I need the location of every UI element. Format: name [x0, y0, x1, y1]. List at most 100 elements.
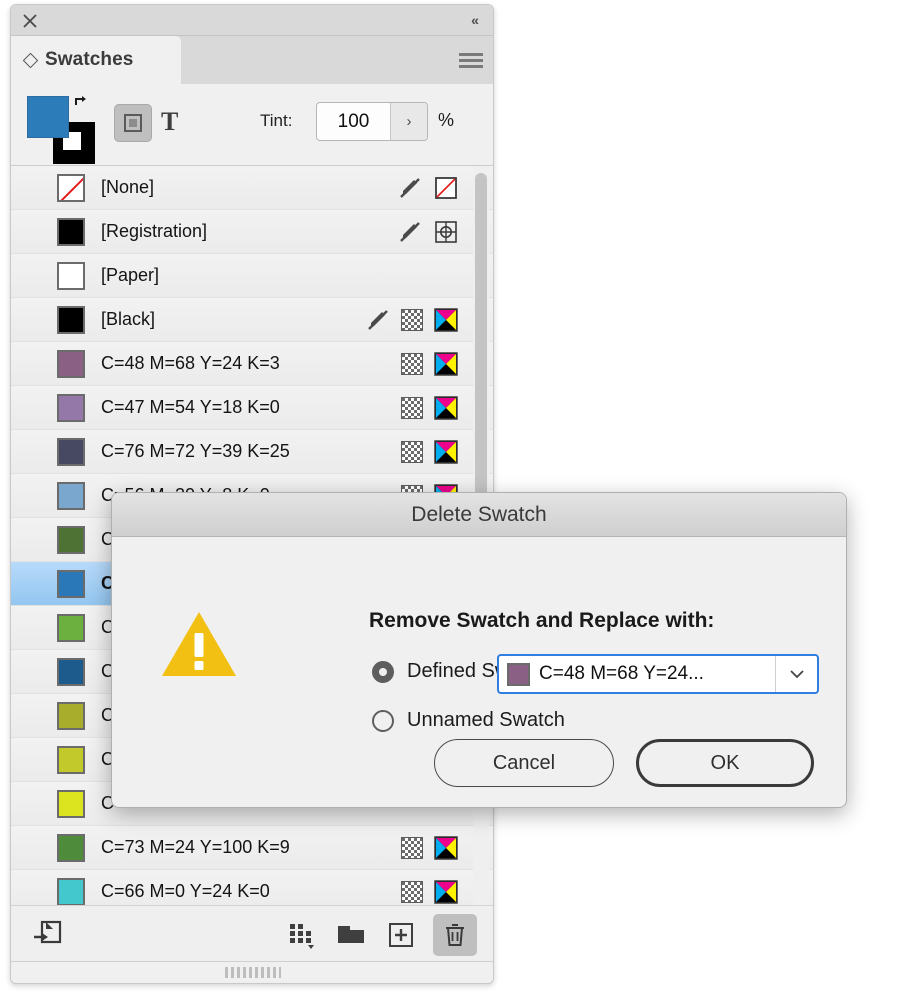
formatting-affects-text-icon[interactable]: T — [161, 109, 178, 135]
registration-icon — [435, 220, 457, 243]
swatch-row[interactable]: C=47 M=54 Y=18 K=0 — [11, 386, 493, 430]
swatch-color-chip — [57, 569, 85, 598]
dialog-buttons: Cancel OK — [434, 739, 814, 787]
swatch-name: [Paper] — [101, 265, 160, 285]
new-color-group-icon[interactable] — [283, 917, 319, 953]
swatch-row[interactable]: [Paper] — [11, 254, 493, 298]
defined-swatch-select[interactable]: C=48 M=68 Y=24... — [497, 654, 819, 694]
cmyk-icon — [434, 439, 458, 464]
swap-fill-stroke-icon[interactable] — [73, 94, 89, 115]
delete-swatch-dialog: Delete Swatch Remove Swatch and Replace … — [111, 492, 847, 808]
hamburger-menu-icon[interactable] — [459, 50, 483, 70]
swatch-name: C=48 M=68 Y=24 K=3 — [101, 353, 280, 373]
checker-icon — [401, 308, 423, 331]
swatch-color-chip — [57, 657, 85, 686]
cancel-button[interactable]: Cancel — [434, 739, 614, 787]
ok-button[interactable]: OK — [636, 739, 814, 787]
delete-swatch-trash-icon[interactable] — [433, 914, 477, 956]
swatch-color-chip — [57, 305, 85, 334]
swatch-color-chip — [57, 349, 85, 378]
swatch-name: C=73 M=24 Y=100 K=9 — [101, 837, 290, 857]
checker-icon — [401, 440, 423, 463]
panel-titlebar: « — [11, 5, 493, 36]
swatch-row[interactable]: [Black] — [11, 298, 493, 342]
tint-field[interactable]: 100 › — [316, 102, 428, 141]
selected-swatch-label: C=48 M=68 Y=24... — [539, 663, 704, 684]
collapse-panel-icon[interactable]: « — [465, 11, 485, 29]
swatch-row[interactable]: C=48 M=68 Y=24 K=3 — [11, 342, 493, 386]
swatch-row[interactable]: [Registration] — [11, 210, 493, 254]
checker-icon — [401, 396, 423, 419]
swatch-name: C=47 M=54 Y=18 K=0 — [101, 397, 280, 417]
tint-label: Tint: — [260, 111, 293, 130]
swatch-row-icons — [401, 826, 459, 869]
swatch-name: C=76 M=72 Y=39 K=25 — [101, 441, 290, 461]
cmyk-icon — [434, 351, 458, 376]
swatch-row-icons — [401, 386, 459, 429]
swatch-row-icons — [401, 430, 459, 473]
swatch-color-chip — [57, 613, 85, 642]
formatting-affects-container-icon[interactable] — [114, 104, 152, 142]
swatch-color-chip — [57, 173, 85, 202]
swatch-list-scrollbar-thumb[interactable] — [475, 173, 487, 506]
checker-icon — [401, 880, 423, 903]
dialog-body: Remove Swatch and Replace with: Defined … — [112, 537, 846, 807]
cmyk-icon — [434, 307, 458, 332]
swatch-name: [Registration] — [101, 221, 208, 241]
dialog-title: Delete Swatch — [411, 502, 547, 526]
radio-unselected-icon — [372, 709, 394, 732]
no-edit-icon — [400, 177, 420, 198]
folder-icon[interactable] — [333, 917, 369, 953]
swatch-color-chip — [57, 789, 85, 818]
swatch-name: C=66 M=0 Y=24 K=0 — [101, 881, 270, 901]
warning-triangle-icon — [160, 609, 238, 679]
swatch-color-chip — [57, 217, 85, 246]
none-icon — [435, 176, 457, 199]
no-edit-icon — [400, 221, 420, 242]
swatches-footer-toolbar — [11, 905, 493, 961]
swatch-row[interactable]: C=73 M=24 Y=100 K=9 — [11, 826, 493, 870]
dialog-titlebar: Delete Swatch — [112, 493, 846, 537]
cmyk-icon — [434, 879, 458, 904]
swatch-color-chip — [57, 525, 85, 554]
tab-swatches-label: Swatches — [45, 49, 134, 70]
swatch-row-icons — [397, 210, 459, 253]
panel-resize-grip[interactable] — [11, 961, 493, 983]
swatch-row-icons — [397, 166, 459, 209]
tint-input[interactable]: 100 — [317, 103, 391, 140]
radio-selected-icon — [372, 660, 394, 683]
fill-swatch[interactable] — [27, 96, 69, 138]
selected-swatch-chip — [507, 662, 530, 686]
no-edit-icon — [368, 309, 388, 330]
tint-dropdown-icon[interactable]: › — [391, 103, 427, 140]
swatch-color-chip — [57, 481, 85, 510]
checker-icon — [401, 352, 423, 375]
cmyk-icon — [434, 395, 458, 420]
swatch-color-chip — [57, 833, 85, 862]
grip-bars-icon — [225, 967, 281, 978]
swatch-name: [None] — [101, 177, 155, 197]
swatch-row-icons — [401, 342, 459, 385]
diamond-icon — [22, 52, 39, 68]
tab-swatches[interactable]: Swatches — [11, 36, 181, 84]
chevron-down-icon[interactable] — [775, 656, 817, 692]
swatch-color-chip — [57, 393, 85, 422]
panel-tabstrip: Swatches — [11, 36, 493, 84]
close-icon[interactable] — [21, 12, 39, 30]
swatch-row[interactable]: [None] — [11, 166, 493, 210]
swatch-color-chip — [57, 877, 85, 906]
radio-unnamed-swatch-label: Unnamed Swatch — [407, 709, 565, 731]
new-swatch-icon[interactable] — [383, 917, 419, 953]
swatch-color-chip — [57, 437, 85, 466]
cmyk-icon — [434, 835, 458, 860]
radio-unnamed-swatch[interactable]: Unnamed Swatch — [372, 709, 565, 732]
fill-stroke-control[interactable] — [27, 94, 99, 164]
swatches-controls: T Tint: 100 › % — [11, 84, 493, 166]
load-swatches-icon[interactable] — [31, 918, 65, 950]
dialog-heading: Remove Swatch and Replace with: — [369, 609, 715, 632]
swatch-color-chip — [57, 261, 85, 290]
checker-icon — [401, 836, 423, 859]
swatch-row-icons — [365, 298, 459, 341]
swatch-name: [Black] — [101, 309, 156, 329]
swatch-row[interactable]: C=76 M=72 Y=39 K=25 — [11, 430, 493, 474]
